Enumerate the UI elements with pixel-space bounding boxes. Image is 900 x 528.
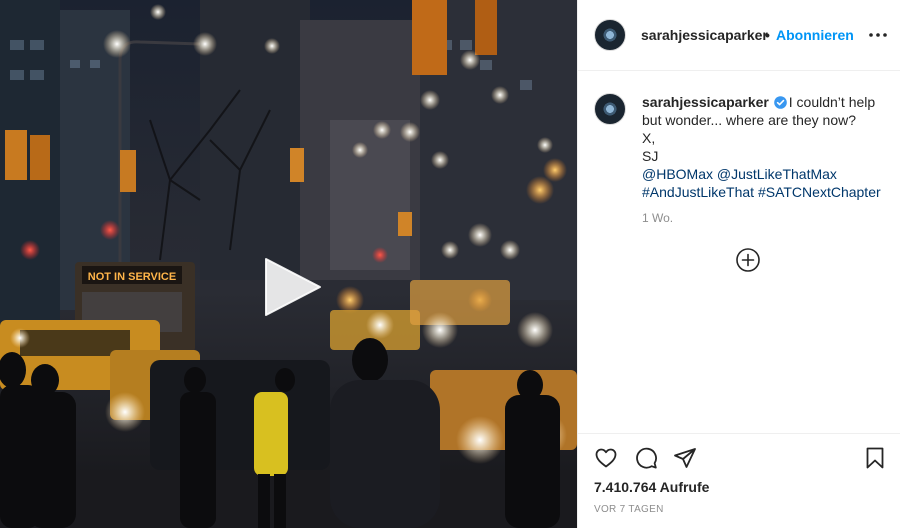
post-caption: sarahjessicaparker I couldn’t help but w… [642,93,892,201]
save-button[interactable] [861,444,889,472]
video-player[interactable]: NOT IN SERVICE [0,0,577,528]
comment-icon [636,447,657,469]
play-icon [265,258,321,316]
load-more-comments-button[interactable] [735,247,761,273]
more-options-button[interactable] [869,25,887,45]
post-side-panel: sarahjessicaparker • Abonnieren sarahjes… [577,0,900,528]
separator-dot: • [765,27,770,43]
post-actions: 7.410.764 Aufrufe VOR 7 TAGEN [578,433,900,528]
caption-line-2: but wonder... where are they now? [642,112,857,128]
caption-hashtags[interactable]: #AndJustLikeThat #SATCNextChapter [642,183,892,201]
bus-destination-sign: NOT IN SERVICE [88,271,176,283]
plus-circle-icon [736,248,760,272]
like-button[interactable] [592,444,620,472]
more-options-icon [869,33,887,37]
paper-plane-icon [674,448,696,468]
caption-line-4: SJ [642,148,659,164]
caption-line-1: I couldn’t help [788,94,876,110]
post-date[interactable]: VOR 7 TAGEN [594,504,664,515]
caption-username[interactable]: sarahjessicaparker [642,94,769,110]
play-button[interactable] [258,255,328,319]
follow-button[interactable]: Abonnieren [776,27,854,43]
caption-avatar[interactable] [594,93,626,125]
share-button[interactable] [671,444,699,472]
verified-badge-icon [773,96,787,109]
caption-section: sarahjessicaparker I couldn’t help but w… [578,71,900,433]
caption-mentions[interactable]: @HBOMax @JustLikeThatMax [642,165,892,183]
avatar[interactable] [594,19,626,51]
bookmark-icon [866,447,884,469]
caption-time-ago: 1 Wo. [642,211,674,225]
view-count[interactable]: 7.410.764 Aufrufe [594,479,709,495]
header-username[interactable]: sarahjessicaparker [641,27,768,43]
comment-button[interactable] [632,444,660,472]
heart-icon [595,448,617,468]
post-header: sarahjessicaparker • Abonnieren [578,0,900,71]
caption-line-3: X, [642,130,656,146]
